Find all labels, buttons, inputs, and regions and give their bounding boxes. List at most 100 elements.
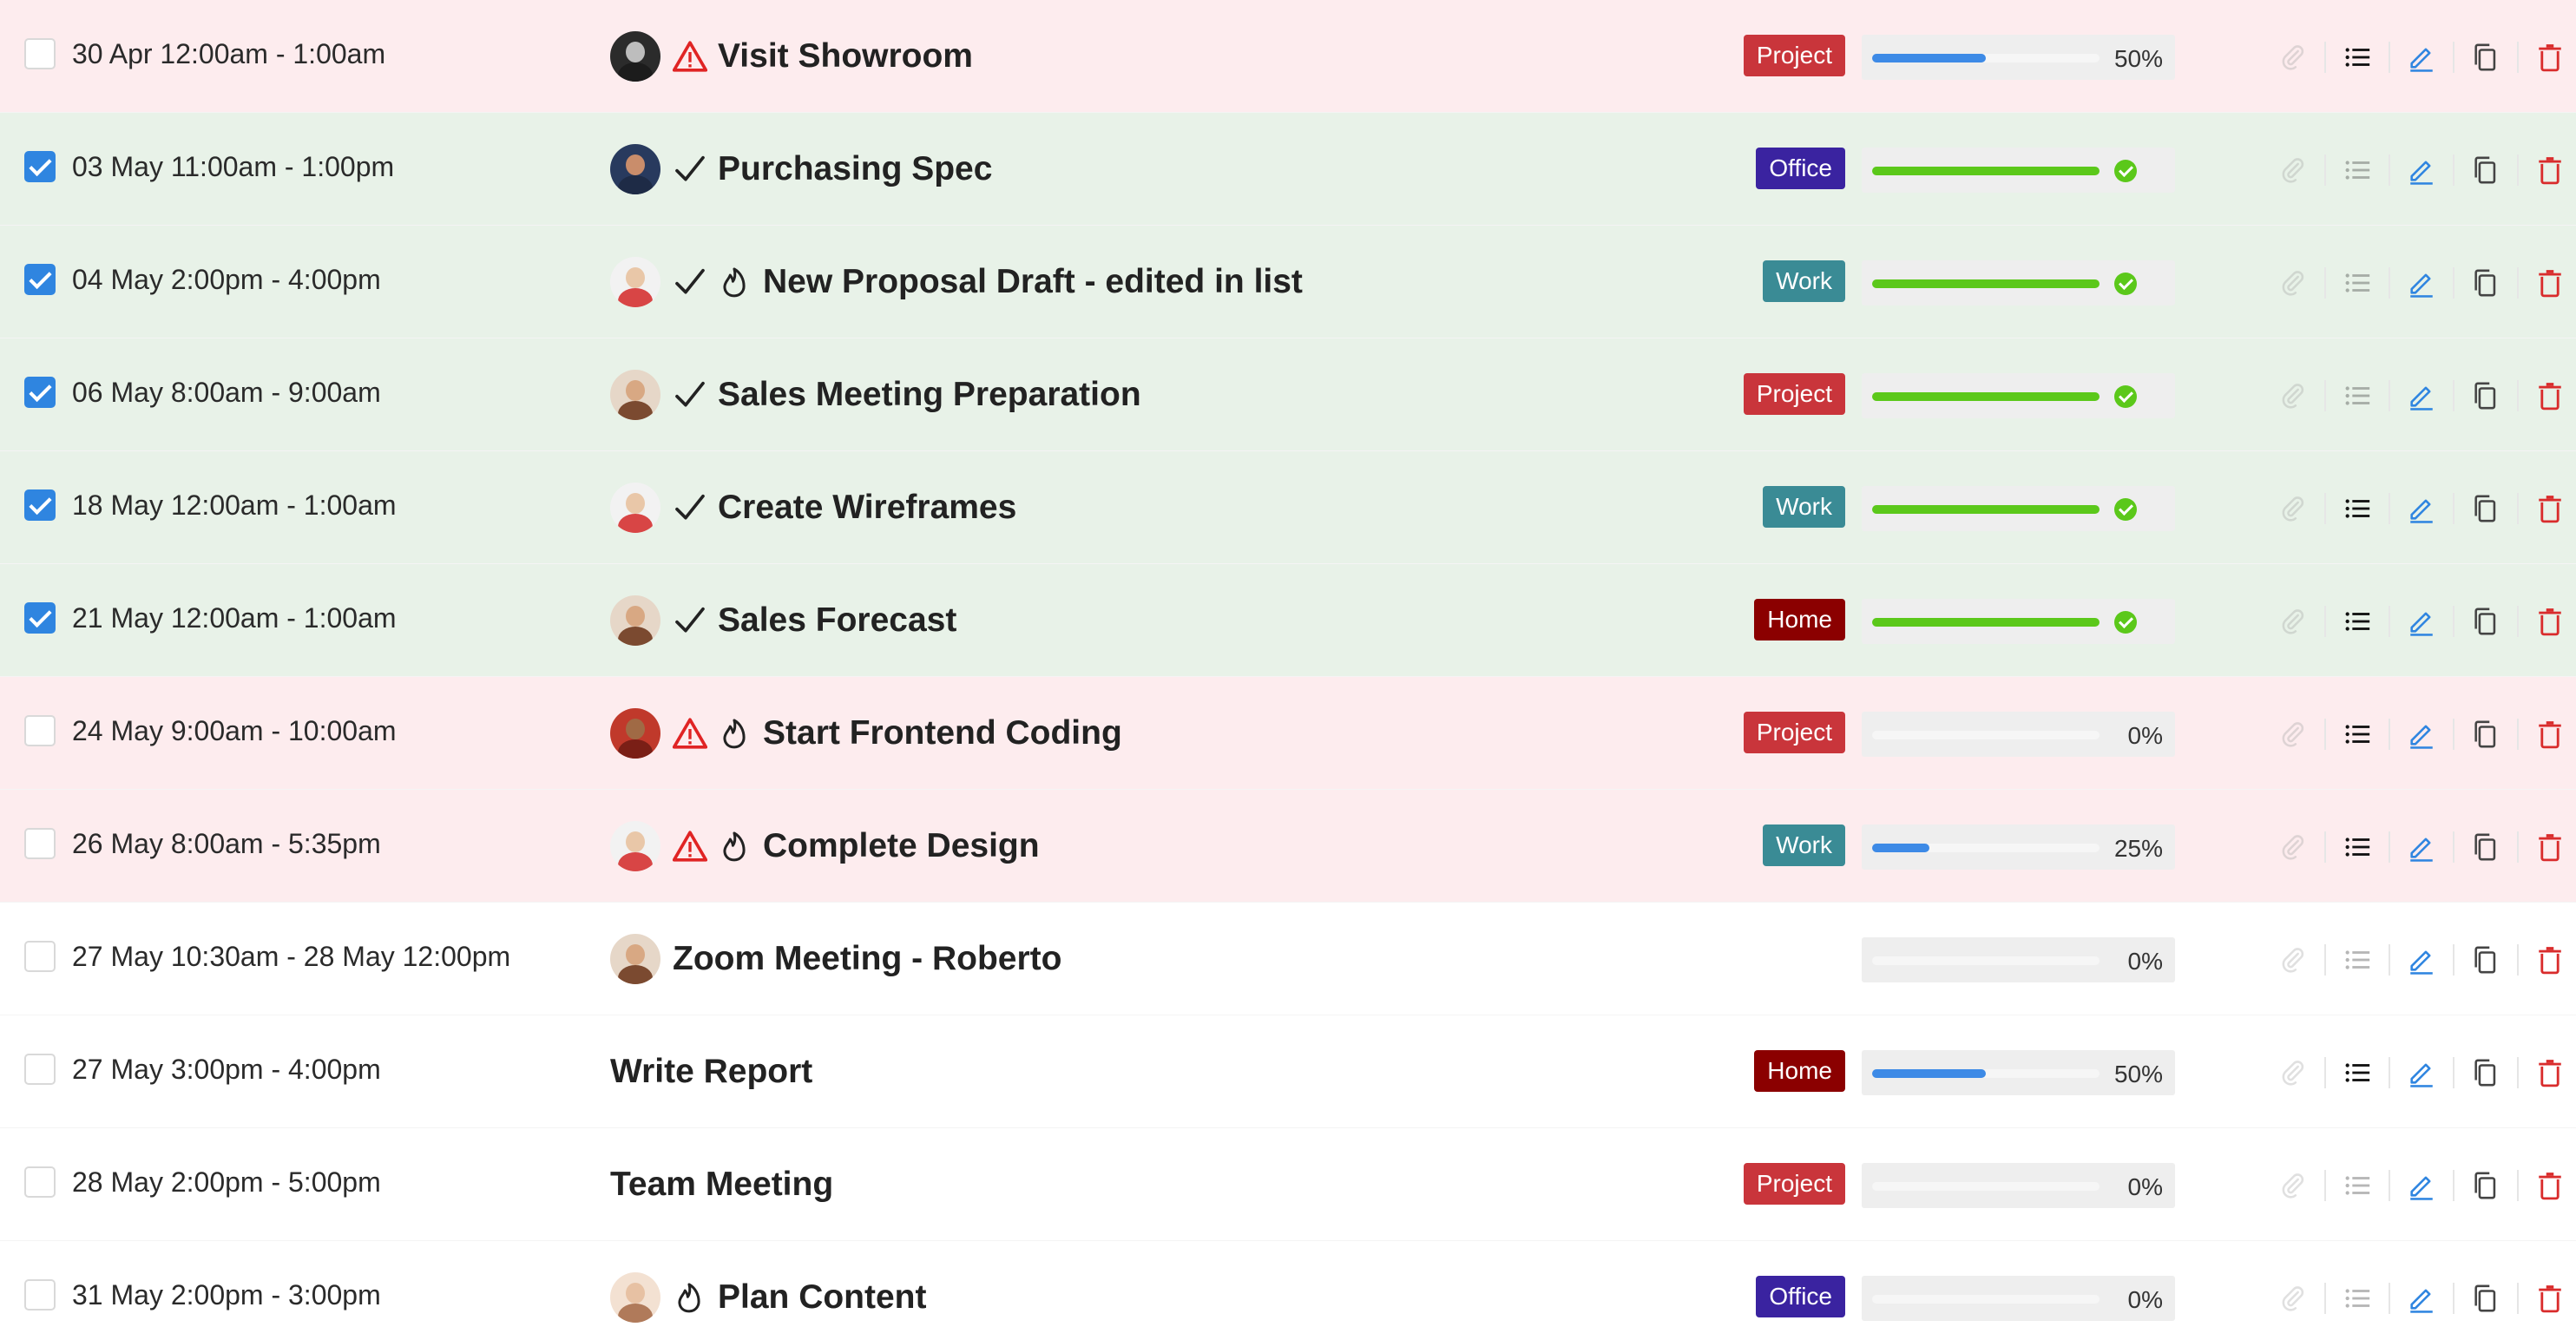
duplicate-icon[interactable] <box>2467 151 2505 189</box>
delete-icon[interactable] <box>2531 151 2569 189</box>
edit-icon[interactable] <box>2402 1166 2441 1205</box>
task-row[interactable]: 18 May 12:00am - 1:00am Create Wireframes… <box>0 451 2576 564</box>
checklist-icon[interactable] <box>2338 264 2376 302</box>
task-checkbox[interactable] <box>24 715 56 746</box>
edit-icon[interactable] <box>2402 941 2441 979</box>
task-tag[interactable]: Project <box>1743 712 1845 753</box>
attachment-icon[interactable] <box>2274 38 2312 76</box>
attachment-icon[interactable] <box>2274 1166 2312 1205</box>
delete-icon[interactable] <box>2531 38 2569 76</box>
edit-icon[interactable] <box>2402 151 2441 189</box>
duplicate-icon[interactable] <box>2467 715 2505 753</box>
task-row[interactable]: 30 Apr 12:00am - 1:00am Visit Showroom Pro… <box>0 0 2576 113</box>
attachment-icon[interactable] <box>2274 602 2312 641</box>
task-checkbox[interactable] <box>24 1166 56 1198</box>
task-checkbox[interactable] <box>24 151 56 182</box>
edit-icon[interactable] <box>2402 489 2441 528</box>
task-tag[interactable]: Project <box>1743 373 1845 415</box>
edit-icon[interactable] <box>2402 715 2441 753</box>
task-row[interactable]: 24 May 9:00am - 10:00am Start Frontend Co… <box>0 677 2576 790</box>
task-row[interactable]: 21 May 12:00am - 1:00am Sales Forecast Hom… <box>0 564 2576 677</box>
task-tag[interactable]: Office <box>1756 1276 1845 1317</box>
delete-icon[interactable] <box>2531 264 2569 302</box>
delete-icon[interactable] <box>2531 377 2569 415</box>
task-title[interactable]: Zoom Meeting - Roberto <box>673 940 1061 978</box>
task-tag[interactable]: Work <box>1763 260 1845 302</box>
task-tag[interactable]: Project <box>1743 1163 1845 1205</box>
duplicate-icon[interactable] <box>2467 489 2505 528</box>
task-checkbox[interactable] <box>24 377 56 408</box>
task-checkbox[interactable] <box>24 828 56 859</box>
checklist-icon[interactable] <box>2338 377 2376 415</box>
attachment-icon[interactable] <box>2274 715 2312 753</box>
checklist-icon[interactable] <box>2338 715 2376 753</box>
task-checkbox[interactable] <box>24 1279 56 1311</box>
duplicate-icon[interactable] <box>2467 828 2505 866</box>
checklist-icon[interactable] <box>2338 1054 2376 1092</box>
task-row[interactable]: 06 May 8:00am - 9:00am Sales Meeting Prep… <box>0 338 2576 451</box>
edit-icon[interactable] <box>2402 828 2441 866</box>
delete-icon[interactable] <box>2531 1054 2569 1092</box>
checklist-icon[interactable] <box>2338 941 2376 979</box>
task-row[interactable]: 03 May 11:00am - 1:00pm Purchasing Spec Of… <box>0 113 2576 226</box>
task-tag[interactable]: Home <box>1754 1050 1845 1092</box>
task-checkbox[interactable] <box>24 489 56 521</box>
assignee-avatar[interactable] <box>610 144 660 194</box>
checklist-icon[interactable] <box>2338 489 2376 528</box>
assignee-avatar[interactable] <box>610 1272 660 1323</box>
task-title[interactable]: Purchasing Spec <box>718 150 992 188</box>
task-title[interactable]: Write Report <box>610 1053 812 1091</box>
assignee-avatar[interactable] <box>610 483 660 533</box>
task-row[interactable]: 28 May 2:00pm - 5:00pm Team Meeting Projec… <box>0 1128 2576 1241</box>
edit-icon[interactable] <box>2402 38 2441 76</box>
attachment-icon[interactable] <box>2274 828 2312 866</box>
duplicate-icon[interactable] <box>2467 38 2505 76</box>
task-checkbox[interactable] <box>24 38 56 69</box>
duplicate-icon[interactable] <box>2467 377 2505 415</box>
attachment-icon[interactable] <box>2274 1054 2312 1092</box>
delete-icon[interactable] <box>2531 1279 2569 1317</box>
task-checkbox[interactable] <box>24 1054 56 1085</box>
delete-icon[interactable] <box>2531 489 2569 528</box>
attachment-icon[interactable] <box>2274 151 2312 189</box>
task-title[interactable]: Start Frontend Coding <box>763 714 1122 752</box>
task-title[interactable]: Sales Meeting Preparation <box>718 376 1141 414</box>
task-tag[interactable]: Project <box>1743 35 1845 76</box>
duplicate-icon[interactable] <box>2467 1166 2505 1205</box>
duplicate-icon[interactable] <box>2467 1054 2505 1092</box>
task-row[interactable]: 27 May 10:30am - 28 May 12:00pm Zoom Meet… <box>0 903 2576 1015</box>
task-checkbox[interactable] <box>24 941 56 972</box>
task-title[interactable]: Team Meeting <box>610 1166 833 1204</box>
edit-icon[interactable] <box>2402 602 2441 641</box>
assignee-avatar[interactable] <box>610 257 660 307</box>
task-title[interactable]: Create Wireframes <box>718 489 1016 527</box>
task-checkbox[interactable] <box>24 602 56 634</box>
delete-icon[interactable] <box>2531 715 2569 753</box>
checklist-icon[interactable] <box>2338 1279 2376 1317</box>
task-tag[interactable]: Work <box>1763 486 1845 528</box>
assignee-avatar[interactable] <box>610 31 660 82</box>
edit-icon[interactable] <box>2402 1054 2441 1092</box>
duplicate-icon[interactable] <box>2467 941 2505 979</box>
task-title[interactable]: Plan Content <box>718 1278 927 1317</box>
assignee-avatar[interactable] <box>610 934 660 984</box>
duplicate-icon[interactable] <box>2467 264 2505 302</box>
task-tag[interactable]: Office <box>1756 148 1845 189</box>
edit-icon[interactable] <box>2402 1279 2441 1317</box>
task-row[interactable]: 04 May 2:00pm - 4:00pm New Proposal Draft… <box>0 226 2576 338</box>
delete-icon[interactable] <box>2531 1166 2569 1205</box>
task-title[interactable]: Sales Forecast <box>718 601 956 640</box>
delete-icon[interactable] <box>2531 941 2569 979</box>
task-row[interactable]: 26 May 8:00am - 5:35pm Complete Design Wor… <box>0 790 2576 903</box>
duplicate-icon[interactable] <box>2467 1279 2505 1317</box>
task-title[interactable]: Visit Showroom <box>718 37 973 76</box>
assignee-avatar[interactable] <box>610 370 660 420</box>
checklist-icon[interactable] <box>2338 151 2376 189</box>
task-title[interactable]: New Proposal Draft - edited in list <box>763 263 1303 301</box>
checklist-icon[interactable] <box>2338 38 2376 76</box>
checklist-icon[interactable] <box>2338 1166 2376 1205</box>
delete-icon[interactable] <box>2531 828 2569 866</box>
edit-icon[interactable] <box>2402 377 2441 415</box>
task-checkbox[interactable] <box>24 264 56 295</box>
duplicate-icon[interactable] <box>2467 602 2505 641</box>
